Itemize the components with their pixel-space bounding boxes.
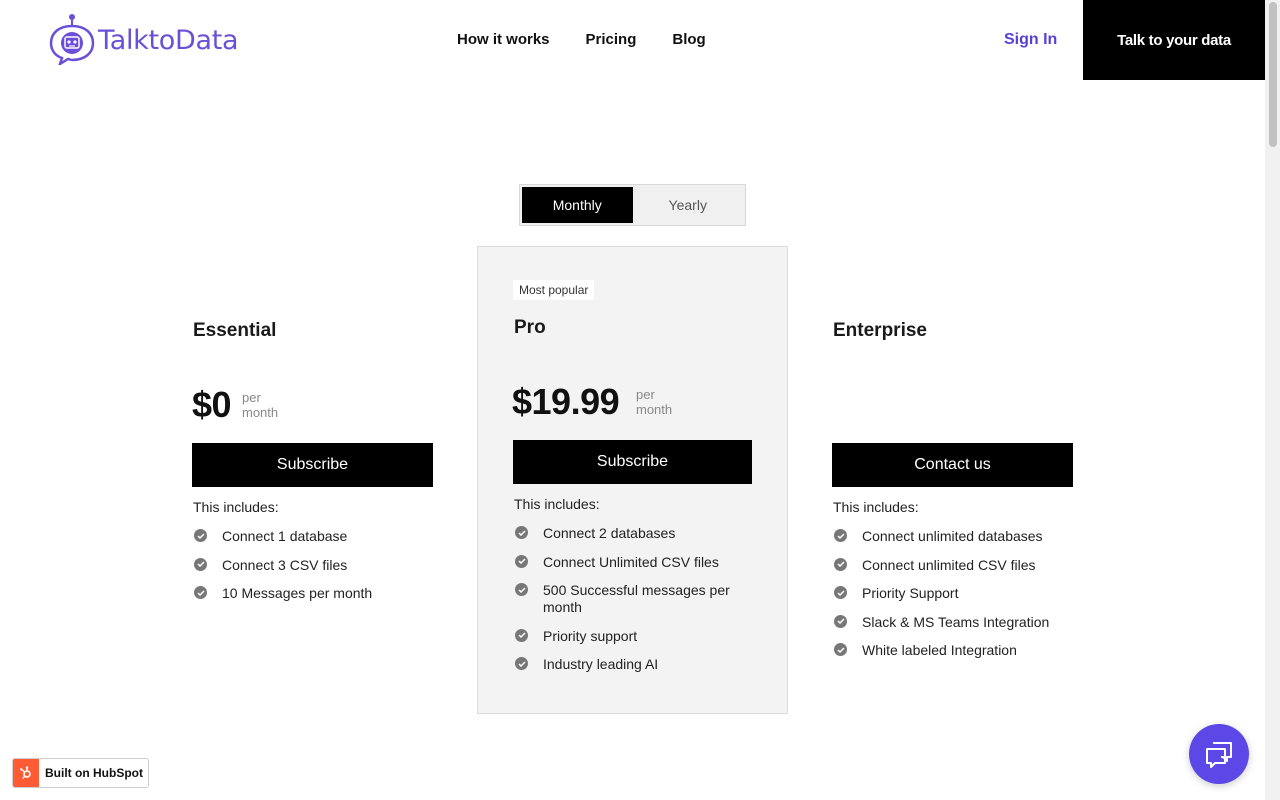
check-icon xyxy=(834,614,847,628)
sign-in-link[interactable]: Sign In xyxy=(1004,31,1057,49)
list-item: 500 Successful messages per month xyxy=(515,582,745,616)
check-icon xyxy=(194,557,207,571)
list-item: Connect 1 database xyxy=(194,528,434,545)
includes-label-pro: This includes: xyxy=(514,496,600,512)
hubspot-badge[interactable]: Built on HubSpot xyxy=(12,758,149,788)
brand-logo[interactable]: TalktoData xyxy=(49,13,239,65)
check-icon xyxy=(515,628,528,642)
list-item: Connect 3 CSV files xyxy=(194,557,434,574)
nav-blog[interactable]: Blog xyxy=(672,31,705,48)
nav-how-it-works[interactable]: How it works xyxy=(457,31,550,48)
toggle-monthly[interactable]: Monthly xyxy=(522,187,633,223)
main-nav: How it works Pricing Blog xyxy=(457,31,742,48)
list-item: Connect unlimited databases xyxy=(834,528,1074,545)
list-item: 10 Messages per month xyxy=(194,585,434,602)
list-item: Slack & MS Teams Integration xyxy=(834,614,1074,631)
list-item: Connect unlimited CSV files xyxy=(834,557,1074,574)
list-item: Priority Support xyxy=(834,585,1074,602)
hubspot-label: Built on HubSpot xyxy=(45,766,143,780)
list-item: White labeled Integration xyxy=(834,642,1074,659)
subscribe-essential-button[interactable]: Subscribe xyxy=(192,443,433,487)
check-icon xyxy=(834,529,847,542)
nav-pricing[interactable]: Pricing xyxy=(586,31,637,48)
check-icon xyxy=(515,526,528,539)
list-item: Connect Unlimited CSV files xyxy=(515,554,745,571)
check-icon xyxy=(515,554,528,568)
check-icon xyxy=(834,586,847,599)
check-icon xyxy=(194,586,207,599)
per-month-pro: per month xyxy=(636,387,673,417)
feature-list-essential: Connect 1 database Connect 3 CSV files 1… xyxy=(194,528,434,614)
scrollbar[interactable] xyxy=(1265,0,1280,800)
per-month-essential: per month xyxy=(242,390,279,420)
robot-chat-icon xyxy=(49,14,95,65)
includes-label-essential: This includes: xyxy=(193,499,279,515)
plan-name-essential: Essential xyxy=(193,320,277,341)
list-item: Industry leading AI xyxy=(515,656,745,673)
most-popular-badge: Most popular xyxy=(513,280,595,300)
price-essential: $0 xyxy=(192,384,232,425)
talk-to-data-button[interactable]: Talk to your data xyxy=(1083,0,1265,80)
includes-label-enterprise: This includes: xyxy=(833,499,919,515)
chat-launcher-button[interactable] xyxy=(1189,724,1249,784)
feature-list-enterprise: Connect unlimited databases Connect unli… xyxy=(834,528,1074,671)
feature-list-pro: Connect 2 databases Connect Unlimited CS… xyxy=(515,525,745,685)
check-icon xyxy=(834,557,847,571)
check-icon xyxy=(834,643,847,656)
scrollbar-thumb[interactable] xyxy=(1269,2,1277,147)
plan-name-pro: Pro xyxy=(514,317,546,338)
check-icon xyxy=(194,529,207,542)
list-item: Priority support xyxy=(515,628,745,645)
plan-name-enterprise: Enterprise xyxy=(833,320,927,341)
check-icon xyxy=(515,583,528,596)
brand-name: TalktoData xyxy=(98,24,239,56)
subscribe-pro-button[interactable]: Subscribe xyxy=(513,440,752,484)
contact-us-button[interactable]: Contact us xyxy=(832,443,1073,487)
billing-toggle: Monthly Yearly xyxy=(519,184,746,226)
check-icon xyxy=(515,657,528,670)
hubspot-icon xyxy=(13,759,39,787)
list-item: Connect 2 databases xyxy=(515,525,745,542)
price-pro: $19.99 xyxy=(512,381,620,422)
chat-icon xyxy=(1206,742,1232,768)
toggle-yearly[interactable]: Yearly xyxy=(633,187,744,223)
